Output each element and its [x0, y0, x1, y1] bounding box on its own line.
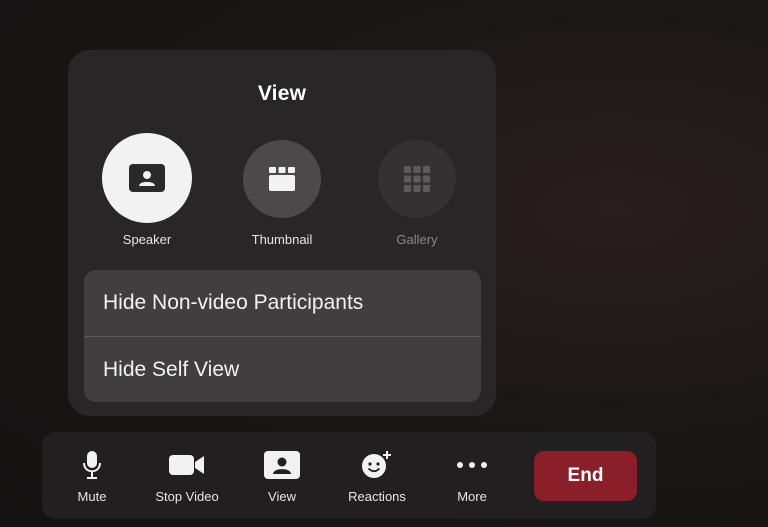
thumbnail-layout-button[interactable]: [243, 140, 321, 218]
speaker-view-icon: [264, 451, 300, 479]
mute-button[interactable]: Mute: [62, 432, 122, 519]
view-label: View: [268, 489, 296, 504]
microphone-icon: [83, 451, 101, 479]
more-dots-icon: [457, 462, 487, 468]
mute-label: Mute: [77, 489, 107, 504]
layout-option-speaker[interactable]: Speaker: [87, 133, 207, 247]
speaker-layout-button[interactable]: [102, 133, 192, 223]
gallery-layout-button: [378, 140, 456, 218]
stop-video-label: Stop Video: [155, 489, 219, 504]
layout-label-speaker: Speaker: [122, 232, 172, 247]
stop-video-button[interactable]: Stop Video: [146, 432, 228, 519]
gallery-view-icon: [404, 166, 430, 192]
meeting-toolbar: Mute Stop Video View Reactions More End: [42, 432, 656, 519]
layout-option-thumbnail[interactable]: Thumbnail: [222, 133, 342, 247]
thumbnail-view-icon: [269, 167, 295, 191]
layout-label-thumbnail: Thumbnail: [251, 232, 313, 247]
end-meeting-button[interactable]: End: [534, 451, 637, 501]
video-camera-icon: [169, 455, 204, 475]
more-label: More: [457, 489, 487, 504]
reactions-label: Reactions: [348, 489, 406, 504]
hide-self-view-option[interactable]: Hide Self View: [84, 336, 481, 402]
view-panel-title: View: [257, 82, 307, 105]
speaker-view-icon: [129, 164, 165, 192]
hide-non-video-participants-option[interactable]: Hide Non-video Participants: [84, 270, 481, 336]
view-button[interactable]: View: [252, 432, 312, 519]
layout-label-gallery: Gallery: [396, 232, 438, 247]
layout-option-gallery: Gallery: [357, 133, 477, 247]
more-button[interactable]: More: [442, 432, 502, 519]
emoji-add-icon: [362, 451, 391, 478]
view-options-list: Hide Non-video Participants Hide Self Vi…: [84, 270, 481, 402]
reactions-button[interactable]: Reactions: [340, 432, 414, 519]
